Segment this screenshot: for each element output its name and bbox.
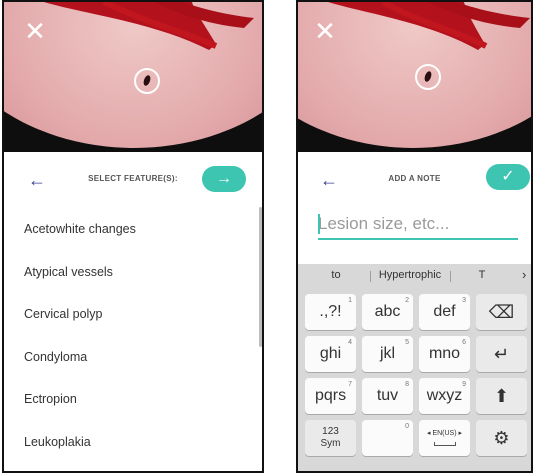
backspace-icon: ⌫ xyxy=(488,302,515,322)
key-pqrs[interactable]: pqrs 7 xyxy=(305,378,356,414)
shift-key[interactable]: ⬆ xyxy=(476,378,527,414)
spacebar-icon xyxy=(433,442,456,446)
feature-item[interactable]: Leukoplakia xyxy=(4,421,262,464)
key-jkl[interactable]: jkl 5 xyxy=(362,336,413,372)
target-reticle-icon xyxy=(415,64,441,90)
feature-item[interactable]: Acetowhite changes xyxy=(4,208,262,251)
symbols-key[interactable]: 123 Sym xyxy=(305,420,356,456)
close-icon[interactable]: ✕ xyxy=(314,18,336,44)
divider xyxy=(370,271,371,282)
divider xyxy=(450,271,451,282)
suggestion-bar: to Hypertrophic T › xyxy=(298,264,531,288)
settings-icon: ⚙ xyxy=(493,428,510,448)
key-tuv[interactable]: tuv 8 xyxy=(362,378,413,414)
colposcopy-image: ✕ xyxy=(298,2,531,152)
spacebar-language-key[interactable]: ◂ EN(US) ▸ xyxy=(419,420,470,456)
suggestion-item[interactable]: Hypertrophic xyxy=(374,269,446,281)
feature-item[interactable]: Ectropion xyxy=(4,378,262,421)
suggestion-item[interactable]: to xyxy=(316,269,356,281)
feature-list: Acetowhite changes Atypical vessels Cerv… xyxy=(4,208,262,463)
key-wxyz[interactable]: wxyz 9 xyxy=(419,378,470,414)
backspace-key[interactable]: ⌫ xyxy=(476,294,527,330)
chevron-right-icon[interactable]: › xyxy=(522,267,526,282)
feature-item[interactable]: Cervical polyp xyxy=(4,293,262,336)
arrow-right-icon: → xyxy=(216,170,232,187)
shift-icon: ⬆ xyxy=(493,386,510,406)
key-ghi[interactable]: ghi 4 xyxy=(305,336,356,372)
key-abc[interactable]: abc 2 xyxy=(362,294,413,330)
feature-select-screen: ✕ ← SELECT FEATURE(S): → Acetowhite chan… xyxy=(2,0,264,473)
close-icon[interactable]: ✕ xyxy=(24,18,46,44)
feature-item[interactable]: Condyloma xyxy=(4,336,262,379)
add-note-screen: ✕ ← ADD A NOTE ✓ to Hypertrophic T › .,?… xyxy=(296,0,533,473)
chevron-right-icon: ▸ xyxy=(458,430,463,437)
note-input[interactable] xyxy=(318,210,518,240)
key-punctuation[interactable]: .,?! 1 xyxy=(305,294,356,330)
colposcopy-image: ✕ xyxy=(4,2,262,152)
confirm-button[interactable]: ✓ xyxy=(486,164,530,190)
check-icon: ✓ xyxy=(501,168,515,185)
text-caret xyxy=(318,214,320,234)
target-reticle-icon xyxy=(134,68,160,94)
chevron-left-icon: ◂ xyxy=(426,430,431,437)
enter-key[interactable]: ↵ xyxy=(476,336,527,372)
next-button[interactable]: → xyxy=(202,166,246,192)
key-def[interactable]: def 3 xyxy=(419,294,470,330)
key-zero[interactable]: 0 xyxy=(362,420,413,456)
feature-item[interactable]: Atypical vessels xyxy=(4,251,262,294)
scrollbar[interactable] xyxy=(259,207,262,347)
settings-key[interactable]: ⚙ xyxy=(476,420,527,456)
keyboard: to Hypertrophic T › .,?! 1 abc 2 def 3 ⌫ gh… xyxy=(298,264,531,471)
enter-icon: ↵ xyxy=(493,344,510,364)
key-mno[interactable]: mno 6 xyxy=(419,336,470,372)
suggestion-item[interactable]: T xyxy=(464,269,500,281)
